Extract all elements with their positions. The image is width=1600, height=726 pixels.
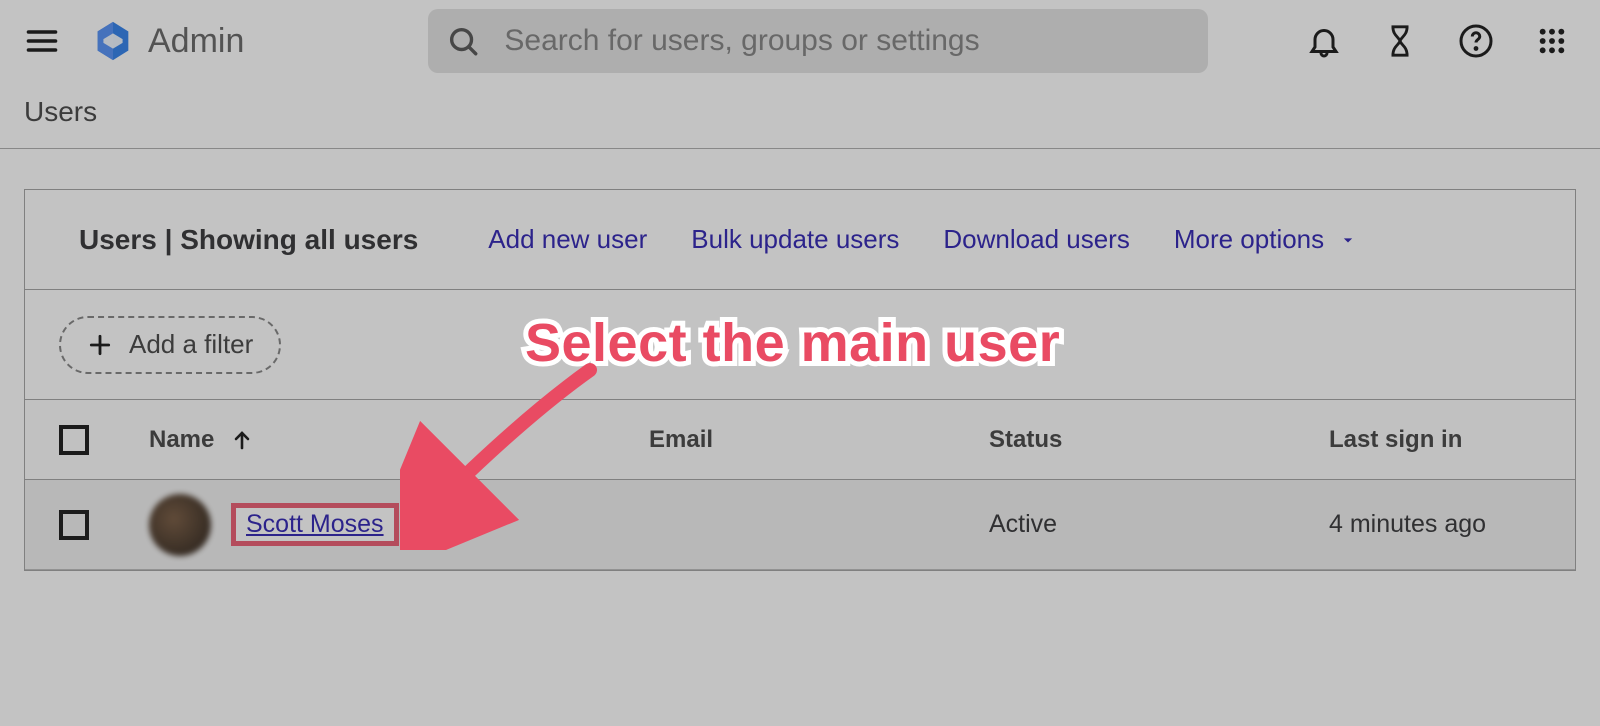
brand[interactable]: Admin [90, 18, 244, 64]
avatar [149, 494, 211, 556]
table-row[interactable]: Scott Moses Active 4 minutes ago [25, 480, 1575, 570]
add-filter-button[interactable]: Add a filter [59, 316, 281, 374]
search-box[interactable] [428, 9, 1208, 73]
bulk-update-link[interactable]: Bulk update users [691, 224, 899, 255]
apps-icon[interactable] [1530, 19, 1574, 63]
status-value: Active [989, 510, 1329, 539]
user-name-highlight: Scott Moses [231, 503, 399, 546]
row-checkbox[interactable] [59, 510, 89, 540]
table-header: Name Email Status Last sign in [25, 400, 1575, 480]
col-name-label[interactable]: Name [149, 426, 214, 454]
sort-ascending-icon[interactable] [230, 428, 254, 452]
more-options-dropdown[interactable]: More options [1174, 224, 1358, 255]
brand-title: Admin [148, 22, 244, 61]
header-actions [1302, 19, 1582, 63]
last-signin-value: 4 minutes ago [1329, 510, 1541, 539]
add-filter-label: Add a filter [129, 329, 253, 360]
download-users-link[interactable]: Download users [943, 224, 1129, 255]
hourglass-icon[interactable] [1378, 19, 1422, 63]
filter-row: Add a filter [25, 290, 1575, 400]
notifications-icon[interactable] [1302, 19, 1346, 63]
panel-header: Users | Showing all users Add new user B… [25, 190, 1575, 290]
breadcrumb[interactable]: Users [0, 82, 1600, 148]
col-status-label[interactable]: Status [989, 426, 1329, 454]
user-name-link[interactable]: Scott Moses [246, 510, 384, 538]
select-all-checkbox[interactable] [59, 425, 89, 455]
panel-actions: Add new user Bulk update users Download … [488, 224, 1358, 255]
col-last-signin-label[interactable]: Last sign in [1329, 426, 1541, 454]
menu-icon[interactable] [18, 17, 66, 65]
google-admin-logo-icon [90, 18, 136, 64]
help-icon[interactable] [1454, 19, 1498, 63]
users-panel: Users | Showing all users Add new user B… [24, 189, 1576, 571]
add-new-user-link[interactable]: Add new user [488, 224, 647, 255]
panel-title: Users | Showing all users [79, 224, 418, 256]
users-panel-wrap: Users | Showing all users Add new user B… [0, 149, 1600, 571]
app-header: Admin [0, 0, 1600, 82]
caret-down-icon [1338, 230, 1358, 250]
search-input[interactable] [504, 24, 1190, 58]
more-options-label: More options [1174, 224, 1324, 255]
plus-icon [87, 332, 113, 358]
search-icon [446, 24, 480, 58]
col-email-label[interactable]: Email [649, 426, 989, 454]
